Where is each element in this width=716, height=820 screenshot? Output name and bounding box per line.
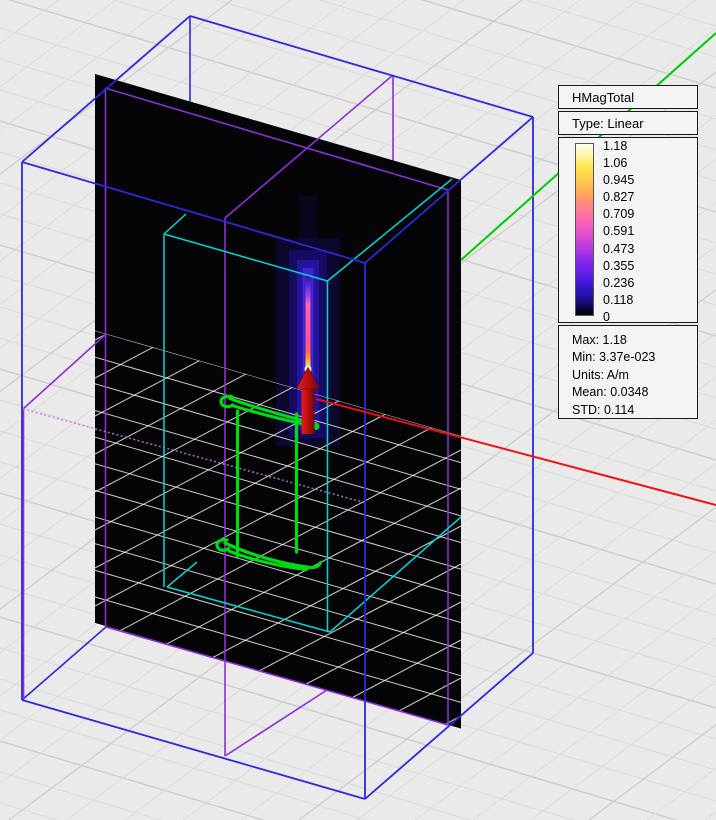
legend-stats: Max: 1.18 Min: 3.37e-023 Units: A/m Mean… [558,325,698,419]
legend-title: HMagTotal [558,85,698,109]
legend-scale-value: 0.473 [603,241,634,258]
field-legend[interactable]: HMagTotal Type: Linear 1.181.060.9450.82… [558,85,698,421]
legend-scale-value: 0.355 [603,258,634,275]
legend-scale-value: 1.18 [603,138,634,155]
legend-scale: 1.181.060.9450.8270.7090.5910.4730.3550.… [558,137,698,323]
legend-scale-value: 0 [603,309,634,326]
legend-type: Type: Linear [558,111,698,135]
legend-scale-value: 1.06 [603,155,634,172]
legend-scale-value: 0.945 [603,172,634,189]
legend-scale-value: 0.709 [603,206,634,223]
legend-scale-value: 0.591 [603,223,634,240]
legend-scale-value: 0.118 [603,292,634,309]
legend-stat-std: STD: 0.114 [572,402,697,419]
legend-stat-max: Max: 1.18 [572,332,697,349]
viewport-3d[interactable]: HMagTotal Type: Linear 1.181.060.9450.82… [0,0,716,820]
legend-scale-value: 0.827 [603,189,634,206]
legend-stat-min: Min: 3.37e-023 [572,349,697,366]
legend-scale-values: 1.181.060.9450.8270.7090.5910.4730.3550.… [603,138,634,326]
excitation-arrow-shaft [302,386,315,434]
legend-colorbar [575,143,594,316]
legend-stat-mean: Mean: 0.0348 [572,384,697,401]
legend-stat-units: Units: A/m [572,367,697,384]
legend-scale-value: 0.236 [603,275,634,292]
